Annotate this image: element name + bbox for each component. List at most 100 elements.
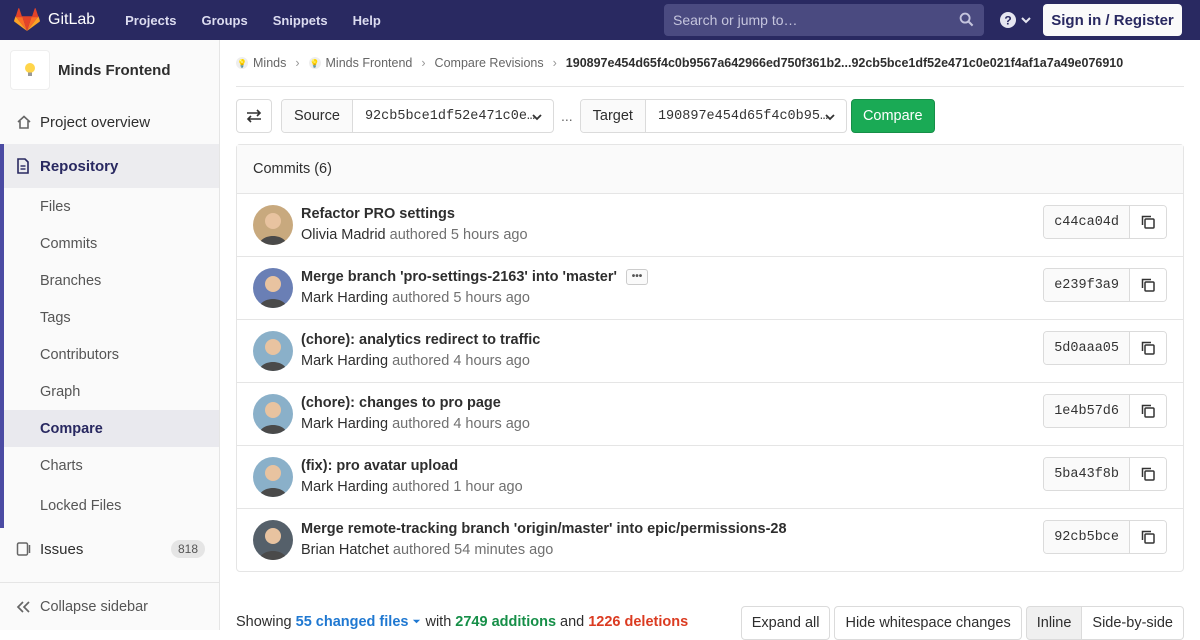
breadcrumb-label: Minds [253,56,287,70]
breadcrumb-item[interactable]: 💡 Minds Frontend [308,56,412,70]
sidebar-subitem-locked-files[interactable]: Locked Files [4,484,219,528]
target-label: Target [580,100,646,132]
sidebar-subitem-branches[interactable]: Branches [4,262,219,299]
changed-files-label: 55 changed files [295,614,409,630]
sidebar-subitem-commits[interactable]: Commits [4,225,219,262]
sidebar-subitem-charts[interactable]: Charts [4,447,219,484]
search-placeholder: Search or jump to… [673,12,798,28]
commit-meta: Olivia Madrid authored 5 hours ago [301,227,528,243]
commit-title[interactable]: Refactor PRO settings [301,206,455,222]
breadcrumb-current[interactable]: 190897e454d65f4c0b9567a642966ed750f361b2… [566,56,1123,70]
commit-sha-group: 5d0aaa05 [1043,331,1167,365]
sidebar-subitem-graph[interactable]: Graph [4,373,219,410]
copy-sha-button[interactable] [1130,332,1166,364]
collapse-sidebar-button[interactable]: Collapse sidebar [0,582,219,630]
issues-count-badge: 818 [170,540,205,558]
breadcrumb-item[interactable]: Compare Revisions [435,56,544,70]
source-dropdown[interactable]: 92cb5bce1df52e471c0e… [353,100,553,132]
expand-all-button[interactable]: Expand all [740,606,831,640]
commit-sha-group: 92cb5bce [1043,520,1167,554]
author-avatar[interactable] [253,205,293,245]
commit-title-row: (fix): pro avatar upload [301,458,458,474]
chevron-down-icon [1021,17,1031,24]
commit-time: 4 hours ago [453,353,530,369]
chevron-right-icon: › [421,56,426,70]
project-avatar-icon: 💡 [308,57,321,69]
copy-sha-button[interactable] [1130,458,1166,490]
author-avatar[interactable] [253,394,293,434]
source-value: 92cb5bce1df52e471c0e… [364,108,536,124]
authored-label: authored [392,290,450,306]
changed-files-dropdown[interactable]: 55 changed files [296,614,422,630]
nav-snippets[interactable]: Snippets [273,13,328,28]
brand-name: GitLab [48,11,96,28]
commit-author[interactable]: Mark Harding [301,479,388,495]
copy-icon [1141,467,1155,481]
sidebar-item-repository[interactable]: Repository [4,144,219,188]
nav-groups[interactable]: Groups [201,13,247,28]
author-avatar[interactable] [253,268,293,308]
breadcrumb-item[interactable]: 💡 Minds [236,56,286,70]
commit-title[interactable]: Merge branch 'pro-settings-2163' into 'm… [301,269,617,285]
help-dropdown[interactable]: ? [999,11,1032,29]
commit-title[interactable]: (chore): analytics redirect to traffic [301,332,540,348]
commit-sha-group: 5ba43f8b [1043,457,1167,491]
commit-author[interactable]: Brian Hatchet [301,542,389,558]
commit-time: 5 hours ago [450,227,528,243]
diff-view-toggle: Inline Side-by-side [1025,606,1184,640]
nav-help[interactable]: Help [353,13,381,28]
copy-sha-button[interactable] [1130,269,1166,301]
repository-section: Repository Files Commits Branches Tags C… [0,144,219,528]
authored-label: authored [392,542,451,558]
sidebar-subitem-tags[interactable]: Tags [4,299,219,336]
commit-sha-button[interactable]: 5ba43f8b [1044,458,1130,490]
project-sidebar: Minds Frontend Project overview Reposito… [0,40,220,630]
target-dropdown[interactable]: 190897e454d65f4c0b95… [646,100,846,132]
swap-revisions-button[interactable] [236,99,272,133]
copy-sha-button[interactable] [1130,395,1166,427]
sidebar-subitem-contributors[interactable]: Contributors [4,336,219,373]
search-input[interactable]: Search or jump to… [664,4,984,36]
commit-row: Refactor PRO settings Olivia Madrid autho… [237,194,1183,257]
commit-sha-button[interactable]: e239f3a9 [1044,269,1130,301]
commit-sha-button[interactable]: 92cb5bce [1044,521,1130,553]
project-header[interactable]: Minds Frontend [0,40,219,100]
inline-view-button[interactable]: Inline [1025,606,1083,640]
commit-author[interactable]: Mark Harding [301,416,388,432]
sidebar-item-overview[interactable]: Project overview [0,100,219,144]
commit-sha-button[interactable]: c44ca04d [1044,206,1130,238]
compare-separator: ... [560,108,573,124]
copy-sha-button[interactable] [1130,521,1166,553]
author-avatar[interactable] [253,457,293,497]
commit-title[interactable]: (chore): changes to pro page [301,395,501,411]
nav-projects[interactable]: Projects [125,13,176,28]
commit-sha-button[interactable]: 1e4b57d6 [1044,395,1130,427]
commit-sha-button[interactable]: 5d0aaa05 [1044,332,1130,364]
sidebar-subitem-files[interactable]: Files [4,188,219,225]
commit-title[interactable]: Merge remote-tracking branch 'origin/mas… [301,521,787,537]
commit-row: (chore): analytics redirect to traffic Ma… [237,320,1183,383]
author-avatar[interactable] [253,520,293,560]
sidebar-item-issues[interactable]: Issues 818 [0,528,219,570]
author-avatar[interactable] [253,331,293,371]
commit-author[interactable]: Olivia Madrid [301,227,386,243]
authored-label: authored [392,353,450,369]
hide-whitespace-button[interactable]: Hide whitespace changes [834,606,1022,640]
sidebar-subitem-compare[interactable]: Compare [4,410,219,447]
chevron-right-icon: › [295,56,300,70]
commit-title-row: Merge branch 'pro-settings-2163' into 'm… [301,269,648,285]
collapse-label: Collapse sidebar [40,598,149,615]
commit-title-row: Merge remote-tracking branch 'origin/mas… [301,521,787,537]
toggle-description-button[interactable]: ••• [625,269,648,285]
commit-sha-group: 1e4b57d6 [1043,394,1167,428]
commit-row: Merge branch 'pro-settings-2163' into 'm… [237,257,1183,320]
commit-author[interactable]: Mark Harding [301,290,388,306]
gitlab-home-link[interactable]: GitLab [14,0,95,40]
copy-sha-button[interactable] [1130,206,1166,238]
commit-title[interactable]: (fix): pro avatar upload [301,458,458,474]
sign-in-button[interactable]: Sign in / Register [1043,4,1182,36]
commit-time: 1 hour ago [453,479,523,495]
compare-button[interactable]: Compare [850,99,935,133]
side-by-side-button[interactable]: Side-by-side [1082,606,1184,640]
commit-author[interactable]: Mark Harding [301,353,388,369]
